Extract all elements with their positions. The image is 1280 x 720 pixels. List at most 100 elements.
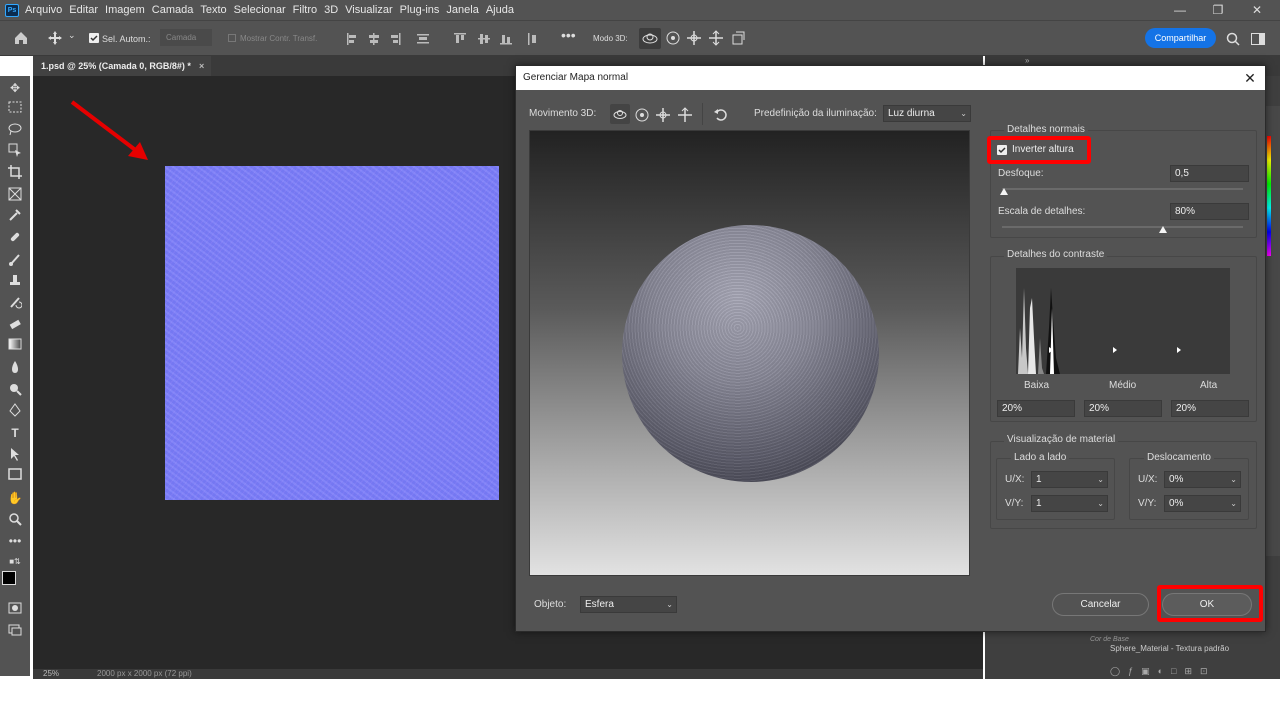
tool-preset-chevron-icon[interactable]: ⌄ — [68, 30, 76, 41]
offset-vy-select[interactable]: 0% ⌄ — [1164, 495, 1241, 512]
lasso-tool-icon[interactable] — [6, 122, 24, 138]
auto-select-dropdown[interactable]: Camada — [160, 29, 212, 46]
quick-mask-icon[interactable] — [6, 602, 24, 618]
menu-texto[interactable]: Texto — [200, 4, 226, 16]
path-selection-icon[interactable] — [6, 447, 24, 463]
marquee-tool-icon[interactable] — [6, 101, 24, 117]
orbit-3d-button[interactable] — [639, 28, 661, 49]
cancel-button[interactable]: Cancelar — [1052, 593, 1149, 616]
search-icon[interactable] — [1225, 31, 1241, 47]
menu-camada[interactable]: Camada — [152, 4, 194, 16]
healing-brush-icon[interactable] — [6, 230, 24, 246]
offset-ux-select[interactable]: 0% ⌄ — [1164, 471, 1241, 488]
pan-3d-icon[interactable] — [686, 30, 702, 46]
detail-scale-slider-thumb[interactable] — [1159, 226, 1167, 233]
transform-checkbox-icon[interactable] — [228, 34, 236, 42]
roll-3d-icon[interactable] — [665, 30, 681, 46]
contrast-high-input[interactable]: 20% — [1171, 400, 1249, 417]
move-tool-icon[interactable] — [47, 30, 63, 46]
menu-editar[interactable]: Editar — [69, 4, 98, 16]
tile-ux-select[interactable]: 1 ⌄ — [1031, 471, 1108, 488]
menu-plugins[interactable]: Plug-ins — [400, 4, 440, 16]
lighting-preset-select[interactable]: Luz diurna ⌄ — [883, 105, 971, 122]
pen-tool-icon[interactable] — [6, 403, 24, 419]
menu-selecionar[interactable]: Selecionar — [234, 4, 286, 16]
detail-scale-input[interactable]: 80% — [1170, 203, 1249, 220]
slide-3d-icon[interactable] — [677, 107, 693, 123]
crop-tool-icon[interactable] — [6, 165, 24, 181]
menu-filtro[interactable]: Filtro — [293, 4, 317, 16]
restore-icon[interactable]: ❐ — [1201, 0, 1235, 20]
zoom-tool-icon[interactable] — [6, 512, 24, 528]
zoom-level[interactable]: 25% — [43, 669, 59, 678]
share-button[interactable]: Compartilhar — [1145, 28, 1216, 48]
object-select[interactable]: Esfera ⌄ — [580, 596, 677, 613]
reset-view-icon[interactable] — [713, 107, 729, 123]
menu-visualizar[interactable]: Visualizar — [345, 4, 393, 16]
swap-colors-icon[interactable]: ■⇅ — [6, 554, 24, 570]
blur-slider-thumb[interactable] — [1000, 188, 1008, 195]
checkbox-checked-icon[interactable] — [89, 33, 99, 43]
orbit-3d-button[interactable] — [610, 104, 630, 124]
layer-panel-footer-icons[interactable]: ◯ƒ▣◐□⊞⊡ — [1110, 666, 1270, 680]
dodge-tool-icon[interactable] — [6, 382, 24, 398]
gradient-tool-icon[interactable] — [6, 338, 24, 354]
detail-scale-slider-track[interactable] — [1002, 226, 1243, 228]
object-selection-icon[interactable] — [6, 143, 24, 159]
menu-ajuda[interactable]: Ajuda — [486, 4, 514, 16]
workspace-icon[interactable] — [1250, 31, 1266, 47]
more-options-icon[interactable]: ••• — [561, 27, 576, 43]
screen-mode-icon[interactable] — [6, 624, 24, 640]
clone-stamp-icon[interactable] — [6, 273, 24, 289]
dialog-close-icon[interactable]: ✕ — [1241, 66, 1259, 90]
rectangle-tool-icon[interactable] — [6, 468, 24, 484]
highlight-ok-button — [1157, 585, 1263, 622]
distribute-icons-group[interactable] — [452, 31, 542, 47]
move-tool-icon[interactable]: ✥ — [6, 80, 24, 96]
dialog-title: Gerenciar Mapa normal — [523, 72, 629, 83]
pan-3d-icon[interactable] — [655, 107, 671, 123]
preview-sphere — [622, 225, 879, 482]
document-tab[interactable]: 1.psd @ 25% (Camada 0, RGB/8#) * × — [33, 56, 211, 76]
contrast-mid-label: Médio — [1109, 380, 1137, 391]
menu-arquivo[interactable]: Arquivo — [25, 4, 62, 16]
normal-map-canvas[interactable] — [165, 166, 499, 500]
frame-tool-icon[interactable] — [6, 187, 24, 203]
offset-title: Deslocamento — [1144, 452, 1214, 463]
auto-select-label: Sel. Autom.: — [102, 34, 151, 44]
eraser-tool-icon[interactable] — [6, 317, 24, 333]
menu-3d[interactable]: 3D — [324, 4, 338, 16]
dialog-titlebar: Gerenciar Mapa normal ✕ — [516, 66, 1265, 90]
tab-close-icon[interactable]: × — [199, 56, 204, 76]
tile-ux-value: 1 — [1036, 474, 1042, 485]
slide-3d-icon[interactable] — [708, 30, 724, 46]
type-tool-icon[interactable]: T — [6, 425, 24, 441]
scale-3d-icon[interactable] — [730, 30, 746, 46]
window-close-icon[interactable]: ✕ — [1240, 0, 1274, 20]
foreground-color-swatch[interactable] — [2, 571, 16, 585]
brush-tool-icon[interactable] — [6, 252, 24, 268]
hand-tool-icon[interactable]: ✋ — [6, 490, 24, 506]
chevron-down-icon: ⌄ — [960, 109, 967, 118]
options-bar: ⌄ Sel. Autom.: Camada Mostrar Contr. Tra… — [0, 20, 1280, 56]
blur-slider-track[interactable] — [1002, 188, 1243, 190]
menu-imagem[interactable]: Imagem — [105, 4, 145, 16]
tile-vy-label: V/Y: — [1005, 498, 1024, 509]
minimize-icon[interactable]: — — [1163, 0, 1197, 20]
blur-tool-icon[interactable] — [6, 360, 24, 376]
align-icons-group[interactable] — [345, 31, 445, 47]
eyedropper-icon[interactable] — [6, 208, 24, 224]
home-icon[interactable] — [13, 30, 29, 46]
roll-3d-icon[interactable] — [634, 107, 650, 123]
menu-janela[interactable]: Janela — [446, 4, 478, 16]
edit-toolbar-icon[interactable]: ••• — [6, 533, 24, 549]
contrast-histogram[interactable] — [1016, 268, 1230, 374]
contrast-low-input[interactable]: 20% — [997, 400, 1075, 417]
layer-row[interactable]: Sphere_Material - Textura padrão — [1000, 644, 1260, 658]
3d-preview-viewport[interactable] — [529, 130, 970, 576]
blur-input[interactable]: 0,5 — [1170, 165, 1249, 182]
contrast-mid-input[interactable]: 20% — [1084, 400, 1162, 417]
history-brush-icon[interactable] — [6, 295, 24, 311]
color-spectrum[interactable] — [1267, 136, 1271, 256]
tile-vy-select[interactable]: 1 ⌄ — [1031, 495, 1108, 512]
